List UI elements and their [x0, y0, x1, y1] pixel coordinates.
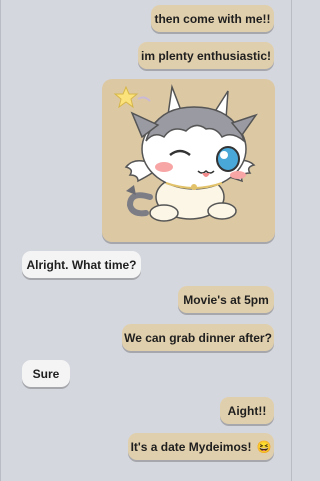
message-bubble-outgoing[interactable]: It's a date Mydeimos! 😆: [128, 433, 274, 460]
message-text: Sure: [32, 366, 60, 381]
message-text: Aight!!: [227, 403, 267, 418]
message-bubble-outgoing[interactable]: im plenty enthusiastic!: [138, 42, 274, 69]
message-bubble-outgoing[interactable]: We can grab dinner after?: [122, 324, 274, 351]
message-bubble-outgoing[interactable]: then come with me!!: [151, 5, 274, 32]
message-text: im plenty enthusiastic!: [140, 48, 272, 63]
chat-window: then come with me!! im plenty enthusiast…: [0, 0, 292, 481]
message-bubble-incoming[interactable]: Sure: [22, 360, 70, 387]
message-text: then come with me!!: [154, 11, 271, 26]
message-text: It's a date Mydeimos!: [130, 439, 252, 454]
message-bubble-incoming[interactable]: Alright. What time?: [22, 251, 141, 278]
cat-dragon-wink-sticker-icon: [113, 84, 258, 222]
message-bubble-outgoing[interactable]: Movie's at 5pm: [178, 286, 274, 313]
message-bubble-outgoing[interactable]: Aight!!: [220, 397, 274, 424]
laughing-face-emoji-icon: 😆: [256, 439, 272, 454]
sticker-message[interactable]: [102, 79, 275, 242]
message-text: Movie's at 5pm: [183, 292, 269, 307]
message-text: Alright. What time?: [26, 257, 137, 272]
message-text: We can grab dinner after?: [124, 330, 272, 345]
